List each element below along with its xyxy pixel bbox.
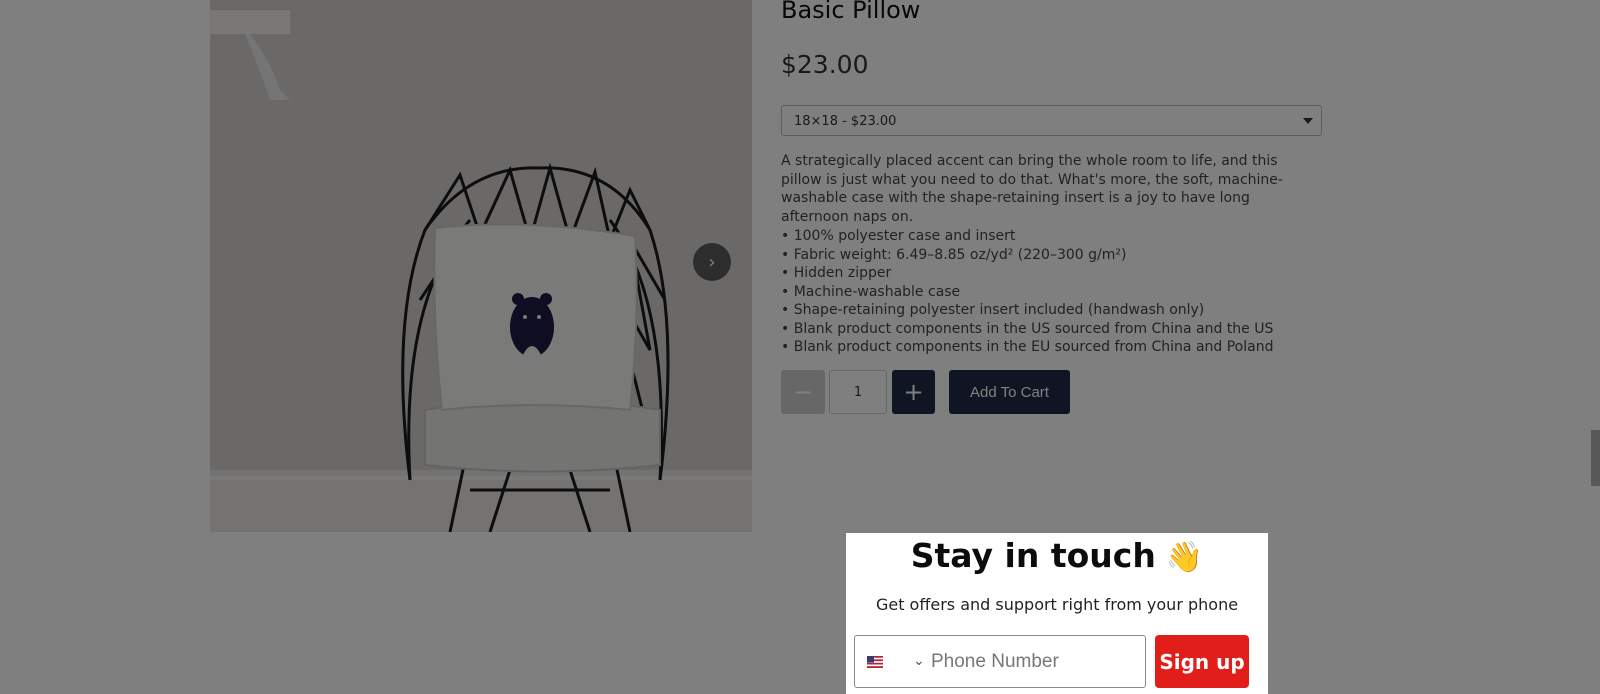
popup-subtitle: Get offers and support right from your p…: [875, 595, 1239, 614]
sms-signup-popup: Stay in touch 👋 Get offers and support ri…: [846, 533, 1268, 694]
us-flag-icon[interactable]: [867, 656, 883, 668]
sign-up-button[interactable]: Sign up: [1155, 635, 1249, 688]
popup-title: Stay in touch 👋: [846, 536, 1268, 575]
phone-number-placeholder[interactable]: Phone Number: [931, 651, 1059, 673]
phone-number-field[interactable]: ⌄ Phone Number: [854, 635, 1146, 688]
popup-title-text: Stay in touch: [910, 536, 1156, 575]
modal-overlay[interactable]: [0, 0, 1600, 694]
chevron-down-icon[interactable]: ⌄: [913, 652, 925, 669]
waving-hand-icon: 👋: [1165, 540, 1204, 575]
